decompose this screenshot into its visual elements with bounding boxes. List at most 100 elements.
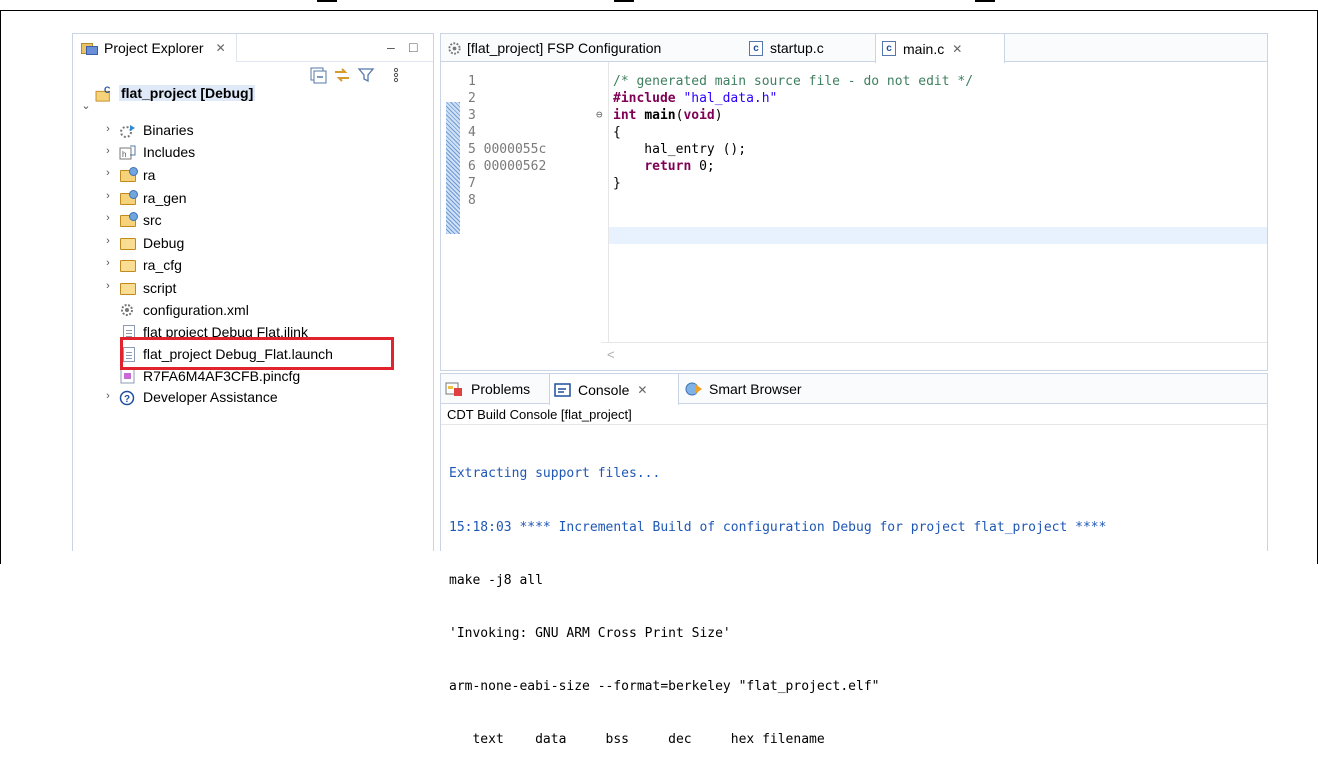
- code-line: hal_entry ();: [613, 142, 747, 157]
- code-line: return 0;: [644, 159, 715, 174]
- line-number-gutter: 1 2 3 4 5 0000055c 6 00000562 7 8: [468, 62, 608, 342]
- tab-console[interactable]: Console ✕: [549, 374, 679, 405]
- code-line: }: [613, 176, 621, 191]
- gear-file-icon: [121, 304, 133, 316]
- tree-label: Debug: [143, 235, 185, 251]
- tab-label: Problems: [471, 381, 531, 397]
- editor-panel: [flat_project] FSP Configuration c start…: [440, 33, 1268, 371]
- tree-item-script[interactable]: › script: [73, 279, 433, 299]
- line-number: 1: [468, 74, 476, 89]
- collapse-all-icon[interactable]: [309, 66, 327, 84]
- tab-startup-c[interactable]: c startup.c: [743, 34, 871, 62]
- tree-item-ra[interactable]: › ra: [73, 166, 433, 186]
- project-explorer-title: Project Explorer: [104, 40, 204, 56]
- line-number: 7: [468, 176, 476, 191]
- tab-label: [flat_project] FSP Configuration: [467, 40, 662, 56]
- tree-item-ra-gen[interactable]: › ra_gen: [73, 189, 433, 209]
- console-tabbar: Problems Console ✕ Smart Browser: [441, 374, 1267, 405]
- tree-item-configuration-xml[interactable]: configuration.xml: [73, 301, 433, 321]
- tree-item-flat-project[interactable]: ⌄ C flat_project [Debug]: [73, 85, 433, 117]
- tree-label: ra: [143, 167, 156, 183]
- tree-item-developer-assistance[interactable]: › ? Developer Assistance: [73, 389, 433, 409]
- svg-text:C: C: [104, 86, 111, 95]
- tab-main-c[interactable]: c main.c ✕: [875, 34, 1005, 63]
- problems-icon: [445, 382, 462, 396]
- c-file-icon: c: [749, 40, 763, 56]
- chevron-right-icon[interactable]: ›: [103, 190, 113, 202]
- c-project-icon: C: [95, 86, 111, 102]
- folder-icon: [120, 238, 136, 250]
- keyword: int: [613, 108, 637, 123]
- tab-fsp-configuration[interactable]: [flat_project] FSP Configuration: [441, 34, 741, 62]
- close-icon[interactable]: ✕: [637, 383, 647, 397]
- close-icon[interactable]: ✕: [952, 42, 962, 56]
- project-explorer-panel: Project Explorer ✕ – □ ⌄ C flat_project …: [72, 33, 434, 551]
- code-editor[interactable]: 1 2 3 4 5 0000055c 6 00000562 7 8 ⊖ /* g…: [441, 62, 1267, 370]
- console-line: arm-none-eabi-size --format=berkeley "fl…: [449, 678, 880, 694]
- cut-off-underscore: [317, 0, 337, 2]
- maximize-icon[interactable]: □: [409, 39, 417, 55]
- tab-label: startup.c: [770, 40, 824, 56]
- line-number: 6 00000562: [468, 159, 547, 174]
- keyword: void: [683, 108, 715, 123]
- console-line: 'Invoking: GNU ARM Cross Print Size': [449, 625, 731, 641]
- chevron-right-icon[interactable]: ›: [103, 280, 113, 292]
- console-icon: [554, 382, 571, 397]
- fold-icon[interactable]: ⊖: [596, 108, 603, 121]
- chevron-right-icon[interactable]: ›: [103, 145, 113, 157]
- chevron-down-icon[interactable]: ⌄: [81, 99, 91, 112]
- tree-label: ra_cfg: [143, 257, 182, 273]
- tab-project-explorer[interactable]: Project Explorer ✕: [73, 34, 237, 62]
- help-icon: ?: [119, 390, 135, 406]
- chevron-right-icon[interactable]: ›: [103, 235, 113, 247]
- horizontal-scrollbar[interactable]: <: [601, 342, 1267, 368]
- console-line: 15:18:03 **** Incremental Build of confi…: [449, 519, 1107, 535]
- keyword: return: [644, 159, 692, 174]
- c-file-icon: c: [882, 41, 896, 56]
- highlight-box: [120, 337, 394, 370]
- console-title: CDT Build Console [flat_project]: [441, 404, 1267, 425]
- tree-item-pincfg[interactable]: R7FA6M4AF3CFB.pincfg: [73, 368, 433, 388]
- close-icon[interactable]: ✕: [216, 41, 226, 55]
- source-folder-icon: [120, 212, 138, 227]
- editor-tabbar: [flat_project] FSP Configuration c start…: [441, 34, 1267, 63]
- folder-icon: [120, 283, 136, 295]
- svg-text:h: h: [122, 150, 126, 159]
- tree-label: ra_gen: [143, 190, 187, 206]
- console-line: Extracting support files...: [449, 466, 661, 482]
- console-line: text data bss dec hex filename: [449, 731, 825, 747]
- tab-label: Smart Browser: [709, 381, 802, 397]
- tab-problems[interactable]: Problems: [441, 374, 549, 404]
- folder-icon: [120, 260, 136, 272]
- tree-label: flat_project [Debug]: [119, 85, 256, 101]
- tree-item-src[interactable]: › src: [73, 211, 433, 231]
- binaries-icon: [120, 125, 135, 138]
- console-output[interactable]: Extracting support files... 15:18:03 ***…: [449, 430, 1106, 784]
- tab-label: Console: [578, 381, 630, 398]
- tab-label: main.c: [903, 40, 945, 57]
- svg-text:?: ?: [124, 394, 130, 405]
- chevron-right-icon[interactable]: ›: [103, 257, 113, 269]
- tree-label: Includes: [143, 144, 196, 160]
- tree-item-includes[interactable]: › h Includes: [73, 144, 433, 164]
- filter-icon[interactable]: [357, 66, 375, 84]
- chevron-right-icon[interactable]: ›: [103, 167, 113, 179]
- code-line: int main(void): [613, 108, 723, 123]
- link-with-editor-icon[interactable]: [333, 66, 351, 84]
- tree-item-ra-cfg[interactable]: › ra_cfg: [73, 256, 433, 276]
- source-folder-icon: [120, 190, 138, 205]
- include-string: "hal_data.h": [683, 91, 778, 106]
- tree-label: configuration.xml: [143, 302, 249, 318]
- project-tree: ⌄ C flat_project [Debug]: [73, 85, 433, 117]
- tree-item-debug[interactable]: › Debug: [73, 234, 433, 254]
- chevron-right-icon[interactable]: ›: [103, 123, 113, 135]
- tree-item-binaries[interactable]: › Binaries: [73, 122, 433, 142]
- tree-label: Binaries: [143, 122, 194, 138]
- line-number: 3: [468, 108, 476, 123]
- view-menu-icon[interactable]: [387, 66, 405, 84]
- chevron-right-icon[interactable]: ›: [103, 212, 113, 224]
- tab-smart-browser[interactable]: Smart Browser: [681, 374, 831, 404]
- chevron-right-icon[interactable]: ›: [103, 390, 113, 402]
- scroll-left-icon[interactable]: <: [607, 347, 615, 362]
- minimize-icon[interactable]: –: [387, 39, 395, 55]
